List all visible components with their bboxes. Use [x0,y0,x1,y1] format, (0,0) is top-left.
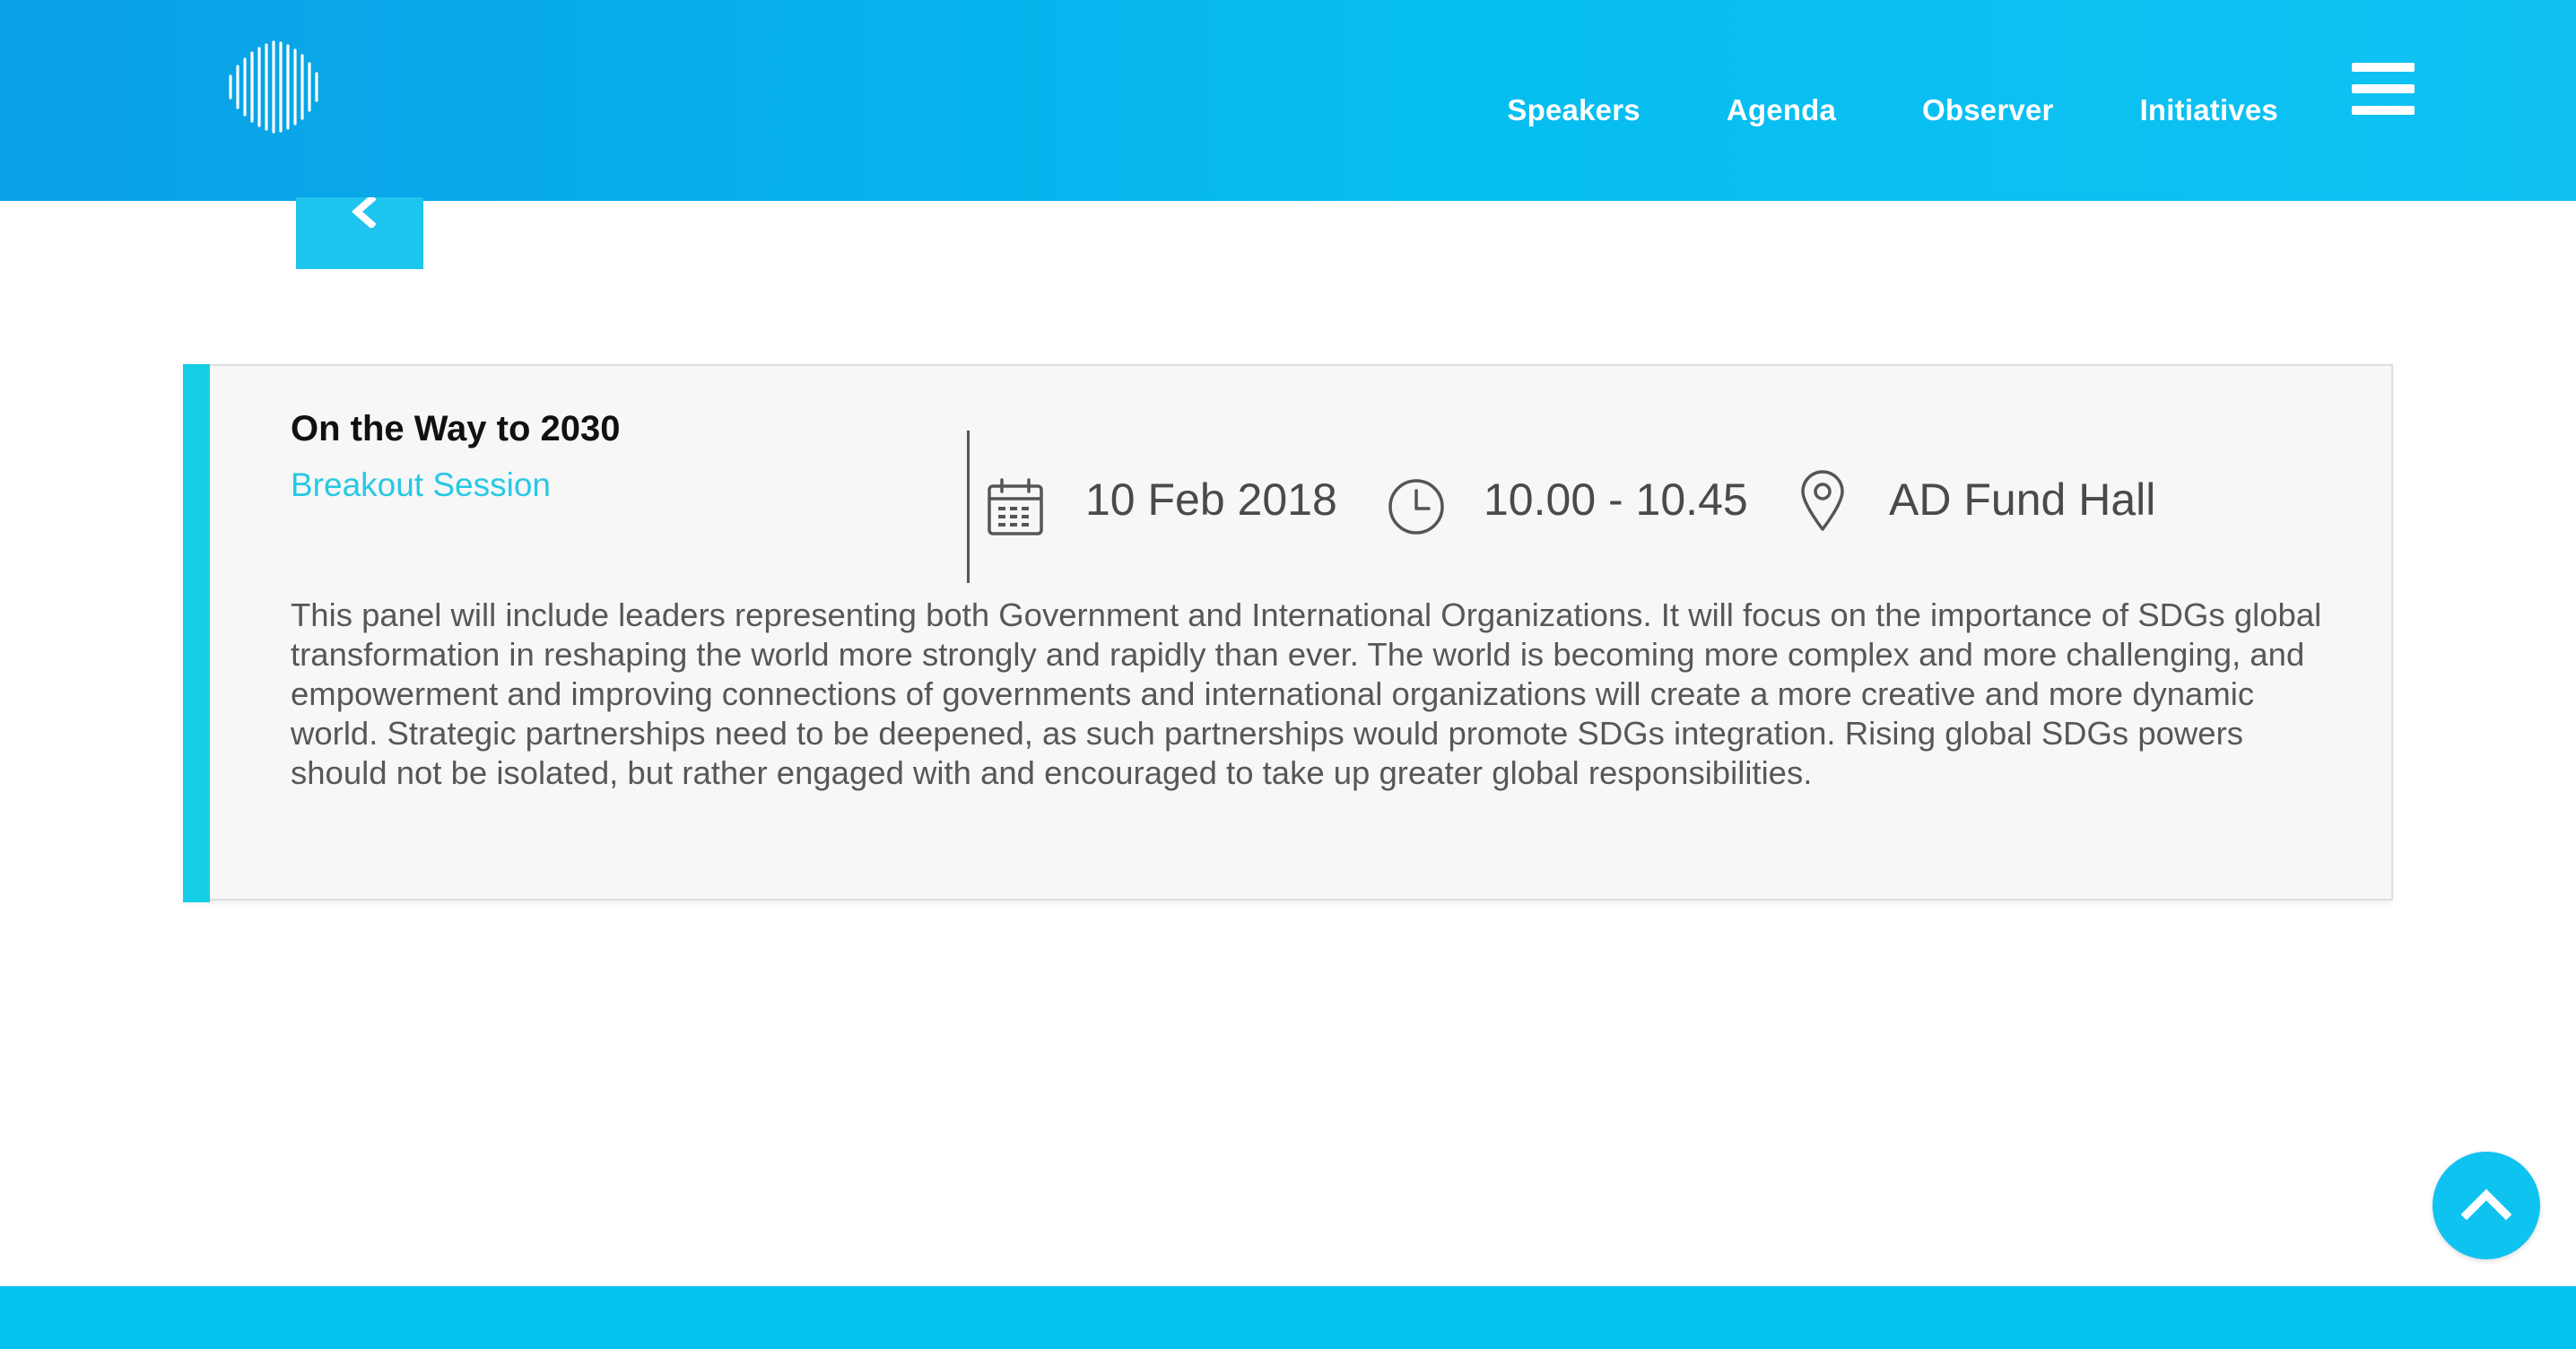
hamburger-line [2352,106,2415,115]
chevron-left-icon [351,197,377,228]
session-type: Breakout Session [291,466,552,503]
session-date: 10 Feb 2018 [1085,474,1337,525]
footer-bar [0,1286,2576,1349]
card-accent-bar [183,364,210,902]
scroll-to-top-button[interactable] [2432,1152,2540,1259]
site-header: Speakers Agenda Observer Initiatives [0,0,2576,201]
hamburger-line [2352,63,2415,72]
nav-observer[interactable]: Observer [1922,93,2054,127]
back-button[interactable] [296,197,423,269]
page: Speakers Agenda Observer Initiatives On … [0,0,2576,1349]
main-nav: Speakers Agenda Observer Initiatives [1507,93,2278,127]
soundwave-logo-icon[interactable] [228,39,323,135]
nav-initiatives[interactable]: Initiatives [2140,93,2278,127]
map-pin-icon [1801,470,1844,531]
session-time: 10.00 - 10.45 [1484,474,1748,525]
hamburger-line [2352,84,2415,93]
calendar-icon [988,478,1043,535]
chevron-up-icon [2461,1188,2511,1221]
session-card: On the Way to 2030 Breakout Session 10 F… [183,364,2393,902]
vertical-divider [967,431,970,583]
session-description: This panel will include leaders represen… [291,596,2322,791]
nav-agenda[interactable]: Agenda [1727,93,1836,127]
session-title: On the Way to 2030 [291,409,621,448]
session-location: AD Fund Hall [1889,474,2156,525]
hamburger-icon[interactable] [2352,63,2415,115]
nav-speakers[interactable]: Speakers [1507,93,1640,127]
clock-icon [1388,479,1444,535]
